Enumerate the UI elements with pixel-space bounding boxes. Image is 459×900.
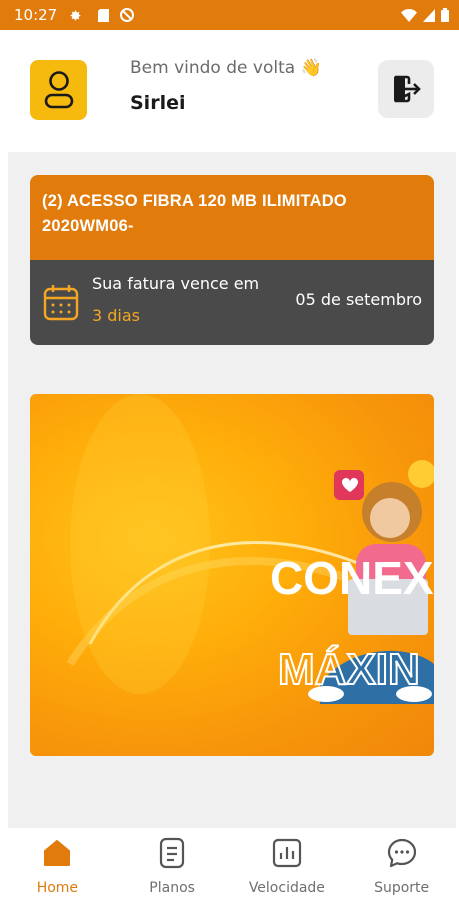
nav-planos[interactable]: Planos [115,828,230,900]
banner-headline-top: CONEX [270,552,434,604]
logout-icon [394,75,421,103]
user-icon [44,71,73,109]
nav-velocidade[interactable]: Velocidade [230,828,345,900]
sim-card-icon [96,8,110,22]
header: Bem vindo de volta 👋 Sirlei [0,30,459,152]
document-icon [155,836,189,870]
user-name: Sirlei [130,92,186,114]
logout-button[interactable] [378,60,434,118]
invoice-info: Sua fatura vence em 3 dias 05 de setembr… [30,260,434,345]
nav-home[interactable]: Home [0,828,115,900]
signal-icon [423,7,435,26]
bottom-navigation: Home Planos Velocidade Suporte [0,828,459,900]
main-content: (2) ACESSO FIBRA 120 MB ILIMITADO 2020WM… [8,152,456,828]
nav-suporte[interactable]: Suporte [344,828,459,900]
welcome-text: Bem vindo de volta 👋 [130,58,322,78]
contract-card[interactable]: (2) ACESSO FIBRA 120 MB ILIMITADO 2020WM… [30,175,434,345]
settings-icon [68,8,82,22]
status-time: 10:27 [14,6,58,24]
status-bar: 10:27 [0,0,459,30]
nav-suporte-label: Suporte [374,880,430,896]
nav-planos-label: Planos [149,880,195,896]
wifi-icon [401,7,417,26]
banner-headline-bottom: MÁXIN [278,644,420,694]
due-date: 05 de setembro [295,290,422,309]
contract-header: (2) ACESSO FIBRA 120 MB ILIMITADO 2020WM… [30,175,434,260]
contract-title: (2) ACESSO FIBRA 120 MB ILIMITADO 2020WM… [42,192,347,235]
promo-banner[interactable]: CONEX MÁXIN [30,394,434,756]
chart-icon [270,836,304,870]
due-label: Sua fatura vence em [92,274,260,293]
battery-icon [441,7,449,26]
home-icon [40,836,74,870]
nav-home-label: Home [36,880,79,896]
avatar[interactable] [30,60,87,120]
nav-velocidade-label: Velocidade [248,880,325,896]
due-days: 3 dias [92,306,141,325]
do-not-disturb-icon [120,8,134,22]
calendar-icon [43,285,79,321]
promo-banner-art: CONEX MÁXIN [66,394,434,704]
chat-icon [385,836,419,870]
